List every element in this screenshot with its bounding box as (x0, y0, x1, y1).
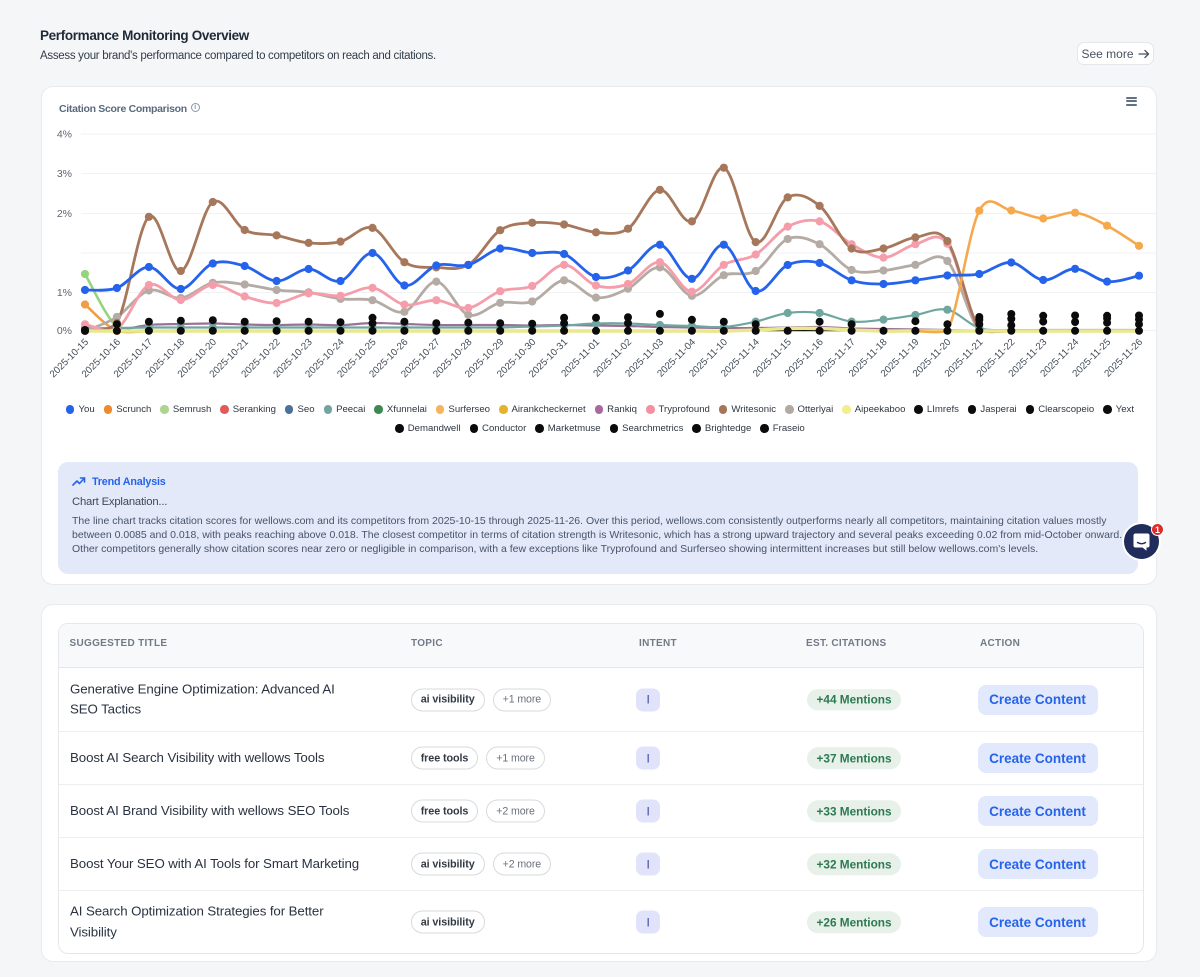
svg-text:1%: 1% (57, 287, 72, 299)
svg-text:4%: 4% (57, 129, 72, 141)
svg-text:3%: 3% (57, 168, 72, 180)
svg-text:0%: 0% (57, 325, 72, 337)
svg-text:2%: 2% (57, 208, 72, 220)
